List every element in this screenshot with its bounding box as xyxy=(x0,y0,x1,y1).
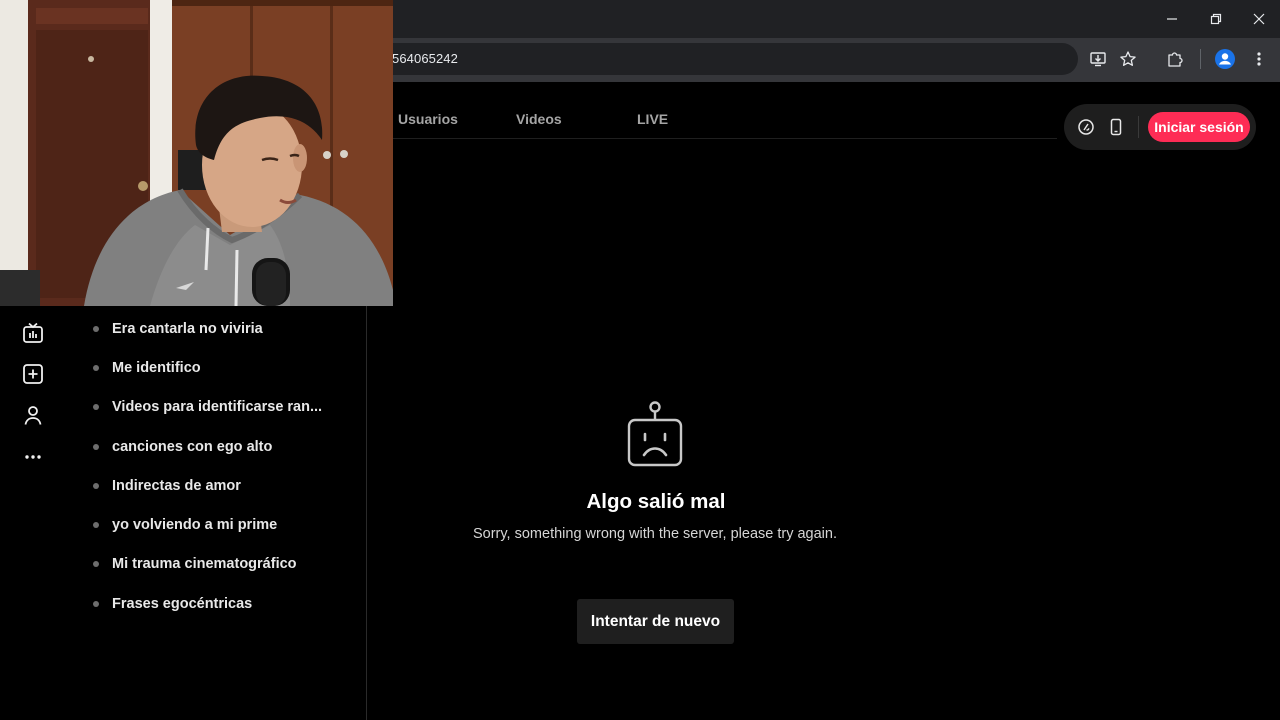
error-message: Sorry, something wrong with the server, … xyxy=(472,526,837,542)
suggestion-label: Me identifico xyxy=(112,359,201,376)
upload-plus-icon xyxy=(23,364,43,384)
retry-button[interactable]: Intentar de nuevo xyxy=(577,599,734,644)
minimize-button[interactable] xyxy=(1150,4,1194,34)
bullet-dot xyxy=(93,561,99,568)
suggestion-label: Era cantarla no viviria xyxy=(112,320,263,337)
tab-live[interactable]: LIVE xyxy=(637,111,668,127)
suggestion-item[interactable]: Frases egocéntricas xyxy=(93,584,358,623)
bullet-dot xyxy=(93,522,99,529)
webcam-feed-image xyxy=(0,0,393,306)
bookmark-star-icon xyxy=(1120,51,1136,66)
close-window-button[interactable] xyxy=(1237,4,1280,34)
bookmark-button[interactable] xyxy=(1116,47,1140,71)
phone-icon xyxy=(1110,118,1122,136)
suggestion-label: yo volviendo a mi prime xyxy=(112,517,278,534)
screen: 564065242 Usuarios Videos LIVE Iniciar s… xyxy=(0,0,1280,720)
suggestion-label: Videos para identificarse ran... xyxy=(112,399,323,416)
toolbar-separator xyxy=(1200,49,1201,69)
sidebar-more-button[interactable] xyxy=(20,442,46,468)
profile-person-icon xyxy=(24,406,42,425)
sidebar-divider xyxy=(366,306,367,720)
install-app-button[interactable] xyxy=(1086,47,1110,71)
bullet-dot xyxy=(93,600,99,607)
suggested-searches-list: Era cantarla no viviria Me identifico Vi… xyxy=(93,309,358,623)
tabs-divider xyxy=(393,138,1057,139)
sidebar-profile-button[interactable] xyxy=(20,402,46,428)
install-app-icon xyxy=(1090,52,1106,67)
bullet-dot xyxy=(93,325,99,332)
bullet-dot xyxy=(93,482,99,489)
sidebar-upload-button[interactable] xyxy=(20,361,46,387)
restore-button[interactable] xyxy=(1194,4,1238,34)
sidebar-live-button[interactable] xyxy=(20,320,46,346)
suggestion-item[interactable]: Me identifico xyxy=(93,348,358,387)
minimize-icon xyxy=(1167,18,1177,20)
suggestion-item[interactable]: Videos para identificarse ran... xyxy=(93,388,358,427)
suggestion-item[interactable]: canciones con ego alto xyxy=(93,427,358,466)
extensions-puzzle-icon xyxy=(1168,52,1183,67)
coins-button[interactable] xyxy=(1075,116,1097,138)
webcam-overlay xyxy=(0,0,393,306)
extensions-button[interactable] xyxy=(1163,47,1187,71)
close-icon xyxy=(1253,13,1265,25)
live-tv-icon xyxy=(23,322,43,343)
suggestion-item[interactable]: Indirectas de amor xyxy=(93,466,358,505)
get-app-button[interactable] xyxy=(1105,116,1127,138)
more-dots-icon xyxy=(25,455,41,459)
tab-videos[interactable]: Videos xyxy=(516,111,562,127)
login-button[interactable]: Iniciar sesión xyxy=(1148,112,1250,142)
coin-icon xyxy=(1078,119,1094,135)
suggestion-item[interactable]: Era cantarla no viviria xyxy=(93,309,358,348)
restore-icon xyxy=(1210,13,1222,25)
sad-robot-icon xyxy=(627,401,683,467)
more-vert-icon xyxy=(1257,52,1261,66)
suggestion-label: Frases egocéntricas xyxy=(112,595,253,612)
suggestion-item[interactable]: yo volviendo a mi prime xyxy=(93,505,358,544)
bullet-dot xyxy=(93,404,99,411)
suggestion-label: Indirectas de amor xyxy=(112,477,241,494)
address-bar-url[interactable]: 564065242 xyxy=(392,51,458,66)
browser-menu-button[interactable] xyxy=(1247,47,1271,71)
tab-usuarios[interactable]: Usuarios xyxy=(398,111,458,127)
header-separator xyxy=(1138,116,1139,138)
error-title: Algo salió mal xyxy=(586,490,726,513)
bullet-dot xyxy=(93,364,99,371)
profile-button[interactable] xyxy=(1213,47,1237,71)
bullet-dot xyxy=(93,443,99,450)
suggestion-label: canciones con ego alto xyxy=(112,438,273,455)
suggestion-label: Mi trauma cinematográfico xyxy=(112,556,297,573)
suggestion-item[interactable]: Mi trauma cinematográfico xyxy=(93,545,358,584)
profile-avatar-icon xyxy=(1215,49,1235,69)
